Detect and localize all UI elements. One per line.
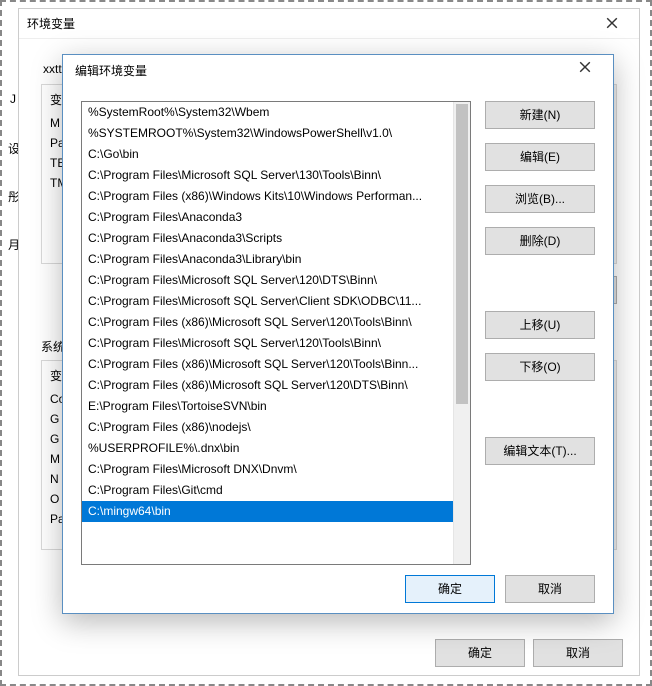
- env-vars-footer: 确定 取消: [19, 631, 639, 675]
- path-list-item[interactable]: C:\Program Files\Anaconda3\Library\bin: [82, 249, 453, 270]
- move-down-button[interactable]: 下移(O): [485, 353, 595, 381]
- edit-title: 编辑环境变量: [75, 62, 147, 79]
- edit-footer: 确定 取消: [63, 565, 613, 613]
- path-list-item[interactable]: C:\Program Files (x86)\Microsoft SQL Ser…: [82, 375, 453, 396]
- path-list-item[interactable]: C:\Go\bin: [82, 144, 453, 165]
- path-list-item[interactable]: C:\Program Files (x86)\nodejs\: [82, 417, 453, 438]
- spacer: [485, 269, 595, 297]
- path-list-item[interactable]: C:\Program Files (x86)\Microsoft SQL Ser…: [82, 354, 453, 375]
- path-list-item[interactable]: C:\mingw64\bin: [82, 501, 453, 522]
- env-vars-close-button[interactable]: [593, 13, 631, 35]
- edit-env-var-dialog: 编辑环境变量 %SystemRoot%\System32\Wbem%SYSTEM…: [62, 54, 614, 614]
- edit-button[interactable]: 编辑(E): [485, 143, 595, 171]
- path-listbox[interactable]: %SystemRoot%\System32\Wbem%SYSTEMROOT%\S…: [81, 101, 471, 565]
- env-vars-cancel-button[interactable]: 取消: [533, 639, 623, 667]
- path-list-item[interactable]: C:\Program Files\Microsoft SQL Server\12…: [82, 333, 453, 354]
- delete-button[interactable]: 删除(D): [485, 227, 595, 255]
- path-list-item[interactable]: %SystemRoot%\System32\Wbem: [82, 102, 453, 123]
- edit-ok-button[interactable]: 确定: [405, 575, 495, 603]
- spacer: [485, 395, 595, 423]
- env-vars-ok-button[interactable]: 确定: [435, 639, 525, 667]
- path-list-item[interactable]: C:\Program Files (x86)\Microsoft SQL Ser…: [82, 312, 453, 333]
- env-vars-title: 环境变量: [27, 9, 75, 39]
- sys-col-var: 变: [50, 367, 62, 384]
- close-icon: [606, 17, 618, 29]
- path-list-item[interactable]: C:\Program Files\Microsoft SQL Server\13…: [82, 165, 453, 186]
- path-scrollbar[interactable]: [453, 102, 470, 564]
- path-list-item[interactable]: C:\Program Files\Microsoft DNX\Dnvm\: [82, 459, 453, 480]
- side-buttons: 新建(N) 编辑(E) 浏览(B)... 删除(D) 上移(U) 下移(O) 编…: [485, 101, 595, 565]
- env-vars-titlebar: 环境变量: [19, 9, 639, 39]
- browse-button[interactable]: 浏览(B)...: [485, 185, 595, 213]
- path-list-item[interactable]: C:\Program Files\Microsoft SQL Server\12…: [82, 270, 453, 291]
- path-list-item[interactable]: C:\Program Files\Anaconda3\Scripts: [82, 228, 453, 249]
- path-list-item[interactable]: C:\Program Files\Anaconda3: [82, 207, 453, 228]
- edit-titlebar: 编辑环境变量: [63, 55, 613, 85]
- path-list-item[interactable]: %SYSTEMROOT%\System32\WindowsPowerShell\…: [82, 123, 453, 144]
- user-col-var: 变: [50, 91, 62, 108]
- screenshot-frame: J 设 彤 月 确定 取消 应用(A) 环境变量 xxtt 变 MPaTETM: [0, 0, 652, 686]
- edit-body: %SystemRoot%\System32\Wbem%SYSTEMROOT%\S…: [63, 85, 613, 565]
- edit-wrap: %SystemRoot%\System32\Wbem%SYSTEMROOT%\S…: [81, 101, 595, 565]
- edit-close-button[interactable]: [563, 58, 607, 82]
- edit-text-button[interactable]: 编辑文本(T)...: [485, 437, 595, 465]
- path-list-item[interactable]: %USERPROFILE%\.dnx\bin: [82, 438, 453, 459]
- path-list-item[interactable]: C:\Program Files (x86)\Windows Kits\10\W…: [82, 186, 453, 207]
- close-icon: [579, 61, 591, 73]
- edit-cancel-button[interactable]: 取消: [505, 575, 595, 603]
- scroll-thumb[interactable]: [456, 104, 468, 404]
- move-up-button[interactable]: 上移(U): [485, 311, 595, 339]
- path-list-item[interactable]: C:\Program Files\Microsoft SQL Server\Cl…: [82, 291, 453, 312]
- path-list-item[interactable]: E:\Program Files\TortoiseSVN\bin: [82, 396, 453, 417]
- path-list-item[interactable]: C:\Program Files\Git\cmd: [82, 480, 453, 501]
- user-section-label: xxtt: [43, 62, 62, 76]
- new-button[interactable]: 新建(N): [485, 101, 595, 129]
